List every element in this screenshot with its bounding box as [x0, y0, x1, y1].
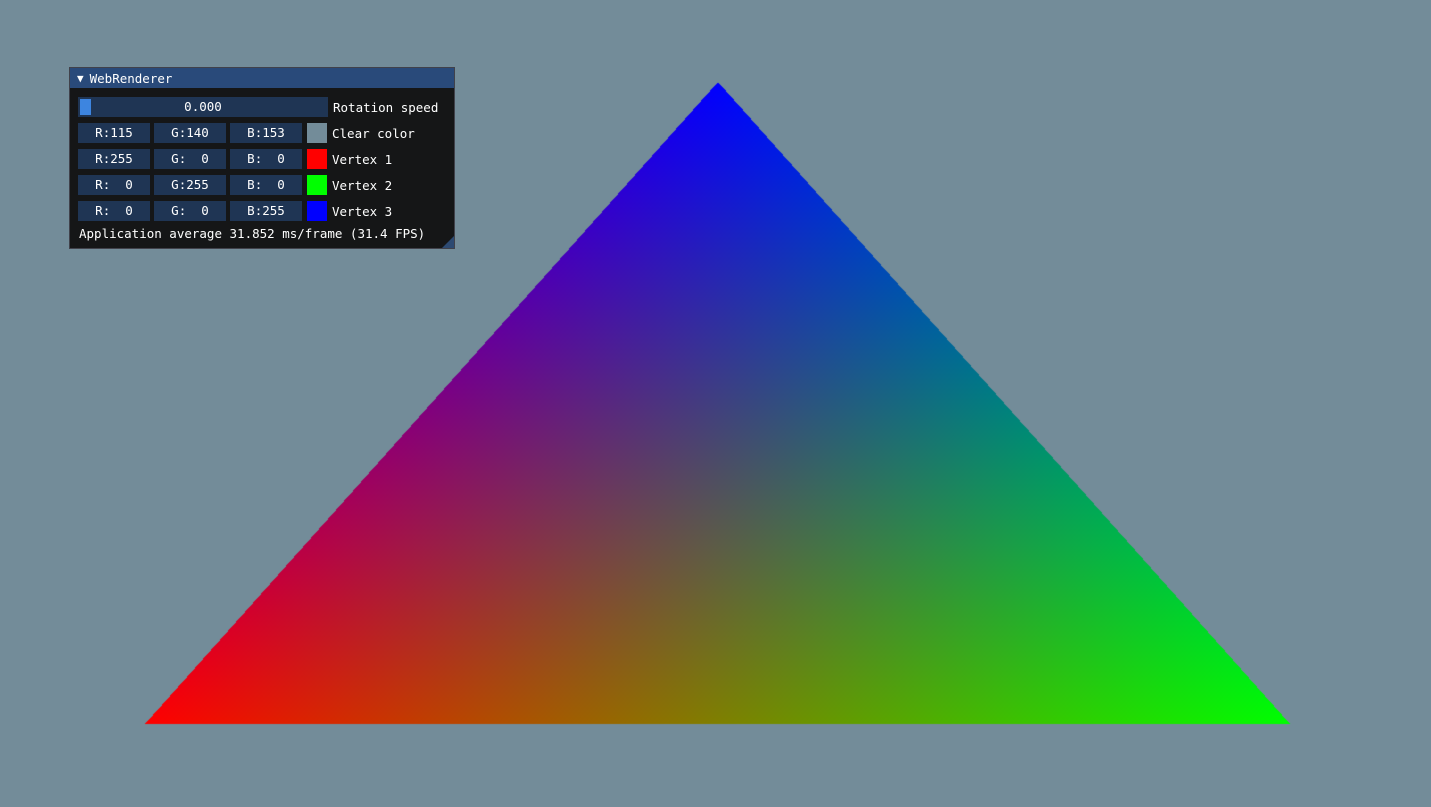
rotation-speed-slider[interactable]: 0.000 — [78, 97, 328, 117]
vertex-2-g-input[interactable]: G:255 — [154, 175, 226, 195]
vertex-1-g-input[interactable]: G: 0 — [154, 149, 226, 169]
clear-color-row: R:115 G:140 B:153 Clear color — [78, 123, 415, 143]
fps-status-text: Application average 31.852 ms/frame (31.… — [79, 226, 426, 241]
vertex-2-r-input[interactable]: R: 0 — [78, 175, 150, 195]
vertex-1-row: R:255 G: 0 B: 0 Vertex 1 — [78, 149, 392, 169]
vertex-2-b-input[interactable]: B: 0 — [230, 175, 302, 195]
vertex-3-label: Vertex 3 — [332, 203, 393, 219]
vertex-3-row: R: 0 G: 0 B:255 Vertex 3 — [78, 201, 392, 221]
vertex-2-row: R: 0 G:255 B: 0 Vertex 2 — [78, 175, 392, 195]
collapse-arrow-icon[interactable]: ▼ — [77, 73, 84, 84]
vertex-3-swatch[interactable] — [307, 201, 327, 221]
window-title: WebRenderer — [89, 70, 173, 86]
rotation-speed-label: Rotation speed — [333, 99, 439, 115]
window-titlebar[interactable]: ▼ WebRenderer — [70, 68, 454, 88]
clear-color-label: Clear color — [332, 125, 415, 141]
clear-color-swatch[interactable] — [307, 123, 327, 143]
clear-color-g-input[interactable]: G:140 — [154, 123, 226, 143]
rotation-speed-row: 0.000 Rotation speed — [78, 97, 438, 117]
vertex-1-swatch[interactable] — [307, 149, 327, 169]
vertex-2-label: Vertex 2 — [332, 177, 393, 193]
vertex-2-swatch[interactable] — [307, 175, 327, 195]
clear-color-b-input[interactable]: B:153 — [230, 123, 302, 143]
vertex-1-b-input[interactable]: B: 0 — [230, 149, 302, 169]
vertex-1-r-input[interactable]: R:255 — [78, 149, 150, 169]
vertex-3-r-input[interactable]: R: 0 — [78, 201, 150, 221]
rotation-speed-value: 0.000 — [184, 99, 222, 114]
clear-color-r-input[interactable]: R:115 — [78, 123, 150, 143]
vertex-1-label: Vertex 1 — [332, 151, 393, 167]
webrenderer-window[interactable]: ▼ WebRenderer 0.000 Rotation speed R:115… — [69, 67, 455, 249]
vertex-3-b-input[interactable]: B:255 — [230, 201, 302, 221]
resize-grip-icon[interactable] — [442, 236, 454, 248]
vertex-3-g-input[interactable]: G: 0 — [154, 201, 226, 221]
